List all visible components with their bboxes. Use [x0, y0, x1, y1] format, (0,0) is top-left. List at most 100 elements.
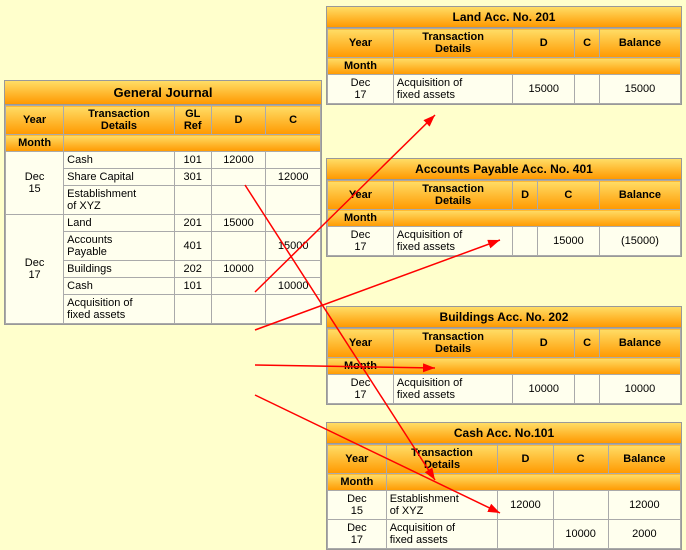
- gj-cell-empty7: [211, 232, 266, 261]
- land-header-d: D: [513, 29, 575, 58]
- ap-header-month: Month: [328, 210, 394, 227]
- gj-cell-10000c: 10000: [266, 278, 321, 295]
- gj-header-year: Year: [6, 106, 64, 135]
- cash-cell-d2: [498, 520, 553, 549]
- table-row: Dec15 Cash 101 12000: [6, 152, 321, 169]
- cash-header-balance: Balance: [608, 445, 680, 474]
- gj-cell-empty1: [266, 152, 321, 169]
- gj-cell-101b: 101: [174, 278, 211, 295]
- gj-cell-empty9: [211, 278, 266, 295]
- land-header-c: C: [575, 29, 600, 58]
- gj-cell-202: 202: [174, 261, 211, 278]
- gj-cell-empty10: [174, 295, 211, 324]
- gj-cell-empty8: [266, 261, 321, 278]
- cash-cell-details1: Establishmentof XYZ: [386, 491, 498, 520]
- gj-cell-estxyz: Establishmentof XYZ: [64, 186, 175, 215]
- buildings-cell-c: [575, 375, 600, 404]
- cash-header-c: C: [553, 445, 608, 474]
- buildings-header-month: Month: [328, 358, 394, 375]
- buildings-cell-d: 10000: [513, 375, 575, 404]
- gj-cell-accountspayable: AccountsPayable: [64, 232, 175, 261]
- gj-cell-empty6: [266, 215, 321, 232]
- gj-cell-empty4: [211, 186, 266, 215]
- gj-cell-empty5: [266, 186, 321, 215]
- buildings-header-d: D: [513, 329, 575, 358]
- cash-cell-c1: [553, 491, 608, 520]
- ap-header-balance: Balance: [599, 181, 680, 210]
- land-cell-details: Acquisition offixed assets: [393, 75, 512, 104]
- land-cell-dec17: Dec17: [328, 75, 394, 104]
- gj-cell-15000c: 15000: [266, 232, 321, 261]
- gj-cell-15000d: 15000: [211, 215, 266, 232]
- land-header-balance: Balance: [599, 29, 680, 58]
- ap-cell-c: 15000: [537, 227, 599, 256]
- gj-cell-empty11: [211, 295, 266, 324]
- table-row: Dec17 Acquisition offixed assets 15000 (…: [328, 227, 681, 256]
- cash-cell-details2: Acquisition offixed assets: [386, 520, 498, 549]
- buildings-ledger-title: Buildings Acc. No. 202: [327, 307, 681, 328]
- buildings-header-year: Year: [328, 329, 394, 358]
- table-row: Dec17 Land 201 15000: [6, 215, 321, 232]
- gj-cell-401: 401: [174, 232, 211, 261]
- gj-cell-cash2: Cash: [64, 278, 175, 295]
- gj-header-c: C: [266, 106, 321, 135]
- ap-header-details: TransactionDetails: [393, 181, 512, 210]
- buildings-cell-balance: 10000: [599, 375, 680, 404]
- table-row: Dec17 Acquisition offixed assets 10000 2…: [328, 520, 681, 549]
- cash-cell-balance1: 12000: [608, 491, 680, 520]
- cash-header-details2: [386, 474, 680, 491]
- gj-cell-dec15: Dec15: [6, 152, 64, 215]
- table-row: Dec15 Establishmentof XYZ 12000 12000: [328, 491, 681, 520]
- cash-header-details: TransactionDetails: [386, 445, 498, 474]
- cash-cell-c2: 10000: [553, 520, 608, 549]
- gj-cell-land: Land: [64, 215, 175, 232]
- gj-cell-12000c: 12000: [266, 169, 321, 186]
- gj-cell-acquisition: Acquisition offixed assets: [64, 295, 175, 324]
- ap-cell-d: [513, 227, 538, 256]
- gj-cell-empty2: [211, 169, 266, 186]
- land-cell-d: 15000: [513, 75, 575, 104]
- gj-cell-sharecapital: Share Capital: [64, 169, 175, 186]
- gj-header-month: Month: [6, 135, 64, 152]
- ap-cell-balance: (15000): [599, 227, 680, 256]
- buildings-header-details2: [393, 358, 680, 375]
- buildings-header-balance: Balance: [599, 329, 680, 358]
- gj-cell-empty12: [266, 295, 321, 324]
- gj-cell-cash: Cash: [64, 152, 175, 169]
- ap-ledger-table: Year TransactionDetails D C Balance Mont…: [327, 180, 681, 256]
- cash-cell-balance2: 2000: [608, 520, 680, 549]
- general-journal: General Journal Year TransactionDetails …: [4, 80, 322, 325]
- gj-header-details: TransactionDetails: [64, 106, 175, 135]
- ap-ledger: Accounts Payable Acc. No. 401 Year Trans…: [326, 158, 682, 257]
- buildings-header-details: TransactionDetails: [393, 329, 512, 358]
- cash-ledger-title: Cash Acc. No.101: [327, 423, 681, 444]
- land-header-month: Month: [328, 58, 394, 75]
- cash-header-year: Year: [328, 445, 387, 474]
- gj-cell-dec17: Dec17: [6, 215, 64, 324]
- ap-ledger-title: Accounts Payable Acc. No. 401: [327, 159, 681, 180]
- ap-cell-details: Acquisition offixed assets: [393, 227, 512, 256]
- cash-cell-d1: 12000: [498, 491, 553, 520]
- cash-header-d: D: [498, 445, 553, 474]
- land-header-details2: [393, 58, 680, 75]
- gj-cell-buildings: Buildings: [64, 261, 175, 278]
- table-row: Dec17 Acquisition offixed assets 15000 1…: [328, 75, 681, 104]
- land-ledger-title: Land Acc. No. 201: [327, 7, 681, 28]
- buildings-ledger-table: Year TransactionDetails D C Balance Mont…: [327, 328, 681, 404]
- gj-header-details2: [64, 135, 321, 152]
- general-journal-title: General Journal: [5, 81, 321, 105]
- land-header-details: TransactionDetails: [393, 29, 512, 58]
- land-ledger-table: Year TransactionDetails D C Balance Mont…: [327, 28, 681, 104]
- general-journal-table: Year TransactionDetails GLRef D C Month …: [5, 105, 321, 324]
- ap-header-c: C: [537, 181, 599, 210]
- land-header-year: Year: [328, 29, 394, 58]
- gj-header-d: D: [211, 106, 266, 135]
- land-ledger: Land Acc. No. 201 Year TransactionDetail…: [326, 6, 682, 105]
- ap-header-d: D: [513, 181, 538, 210]
- gj-cell-201: 201: [174, 215, 211, 232]
- land-cell-c: [575, 75, 600, 104]
- buildings-ledger: Buildings Acc. No. 202 Year TransactionD…: [326, 306, 682, 405]
- gj-cell-empty3: [174, 186, 211, 215]
- gj-cell-10000d: 10000: [211, 261, 266, 278]
- gj-cell-101a: 101: [174, 152, 211, 169]
